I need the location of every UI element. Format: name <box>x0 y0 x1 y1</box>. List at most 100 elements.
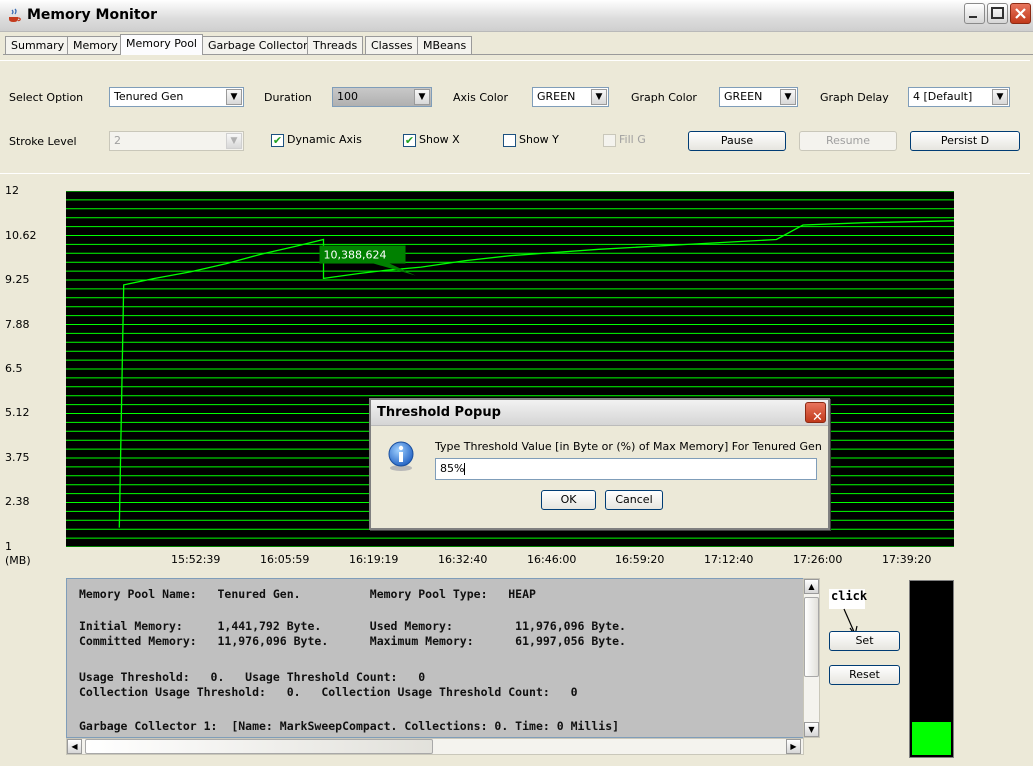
x-axis-caret: ^ <box>287 540 296 551</box>
unchecked-box-icon <box>603 133 616 147</box>
set-threshold-button[interactable]: Set <box>829 631 900 651</box>
scroll-down-icon[interactable]: ▼ <box>804 722 819 737</box>
chevron-down-icon: ▼ <box>226 89 242 105</box>
x-tick-label: 16:19:19 <box>349 553 399 566</box>
threshold-prompt: Type Threshold Value [in Byte or (%) of … <box>435 440 822 453</box>
dynamic-axis-checkbox[interactable]: ✔ Dynamic Axis <box>271 133 362 149</box>
y-tick-label: 10.62 <box>5 229 37 242</box>
select-option-label: Select Option <box>9 91 84 104</box>
axis-color-value: GREEN <box>537 90 576 103</box>
dialog-close-button[interactable]: ✕ <box>805 402 826 425</box>
reset-threshold-button[interactable]: Reset <box>829 665 900 685</box>
select-option-value: Tenured Gen <box>114 90 184 103</box>
tab-memory-pool[interactable]: Memory Pool <box>120 34 203 55</box>
chevron-down-icon: ▼ <box>780 89 796 105</box>
maximize-button[interactable] <box>987 3 1008 24</box>
show-y-label: Show Y <box>519 133 559 146</box>
x-tick-label: 16:59:20 <box>615 553 665 566</box>
checkmark-icon: ✔ <box>403 133 416 147</box>
resume-button[interactable]: Resume <box>799 131 897 151</box>
minimize-button[interactable] <box>964 3 985 24</box>
y-tick-label: 2.38 <box>5 495 30 508</box>
scroll-thumb[interactable] <box>85 739 433 754</box>
chevron-down-icon: ▼ <box>226 133 242 149</box>
graph-color-value: GREEN <box>724 90 763 103</box>
info-icon <box>388 441 414 471</box>
x-axis-caret: ^ <box>907 540 916 551</box>
close-icon <box>1015 8 1026 19</box>
memory-usage-meter-fill <box>912 722 951 755</box>
y-tick-label: 9.25 <box>5 273 30 286</box>
y-tick-label: 1 <box>5 540 12 553</box>
x-tick-label: 17:39:20 <box>882 553 932 566</box>
graph-delay-combo[interactable]: 4 [Default] ▼ <box>908 87 1010 107</box>
tab-classes[interactable]: Classes <box>365 36 419 54</box>
scroll-right-icon[interactable]: ▶ <box>786 739 801 754</box>
tab-garbage-collector[interactable]: Garbage Collector <box>202 36 314 54</box>
y-tick-label: 12 <box>5 184 19 197</box>
threshold-input[interactable]: 85% <box>435 458 817 480</box>
cancel-button[interactable]: Cancel <box>605 490 663 510</box>
graph-delay-label: Graph Delay <box>820 91 889 104</box>
show-y-checkbox[interactable]: Show Y <box>503 133 559 149</box>
x-tick-label: 16:05:59 <box>260 553 310 566</box>
java-coffee-icon <box>9 8 21 22</box>
x-axis-caret: ^ <box>108 540 117 551</box>
y-tick-label: 7.88 <box>5 318 30 331</box>
info-horizontal-scrollbar[interactable]: ◀ ▶ <box>66 738 804 755</box>
x-axis-caret: ^ <box>198 540 207 551</box>
window-title: Memory Monitor <box>27 7 158 23</box>
scroll-up-icon[interactable]: ▲ <box>804 579 819 594</box>
tab-threads[interactable]: Threads <box>307 36 364 54</box>
memory-usage-meter <box>909 580 954 758</box>
select-option-combo[interactable]: Tenured Gen ▼ <box>109 87 244 107</box>
memory-pool-info-panel: Memory Pool Name: Tenured Gen. Memory Po… <box>66 578 804 738</box>
info-vertical-scrollbar[interactable]: ▲ ▼ <box>803 578 820 738</box>
fill-label: Fill G <box>619 133 646 146</box>
tab-mbeans[interactable]: MBeans <box>417 36 473 54</box>
x-axis-caret: ^ <box>465 540 474 551</box>
x-axis-caret: ^ <box>731 540 740 551</box>
stroke-level-value: 2 <box>114 134 121 147</box>
y-tick-label: 3.75 <box>5 451 30 464</box>
info-line: Garbage Collector 1: [Name: MarkSweepCom… <box>79 719 620 733</box>
show-x-checkbox[interactable]: ✔ Show X <box>403 133 460 149</box>
x-axis-caret: ^ <box>642 540 651 551</box>
axis-color-combo[interactable]: GREEN ▼ <box>532 87 609 107</box>
ok-button[interactable]: OK <box>541 490 596 510</box>
stroke-level-label: Stroke Level <box>9 135 77 148</box>
info-line: Committed Memory: 11,976,096 Byte. Maxim… <box>79 634 626 648</box>
tab-summary[interactable]: Summary <box>5 36 71 54</box>
tab-memory[interactable]: Memory <box>67 36 124 54</box>
dialog-title-bar: Threshold Popup ✕ <box>371 400 828 426</box>
y-axis-unit-label: (MB) <box>5 554 31 567</box>
duration-combo[interactable]: 100 ▼ <box>332 87 432 107</box>
stroke-level-combo[interactable]: 2 ▼ <box>109 131 244 151</box>
graph-color-combo[interactable]: GREEN ▼ <box>719 87 798 107</box>
maximize-icon <box>991 7 1004 19</box>
duration-value: 100 <box>337 90 358 103</box>
threshold-input-value: 85% <box>440 462 465 475</box>
pause-button[interactable]: Pause <box>688 131 786 151</box>
divider <box>0 60 1030 61</box>
chart-tooltip-text: 10,388,624 <box>324 249 387 262</box>
info-line: Memory Pool Name: Tenured Gen. Memory Po… <box>79 587 536 601</box>
scroll-thumb[interactable] <box>804 597 819 677</box>
fill-checkbox[interactable]: Fill G <box>603 133 646 149</box>
x-tick-label: 15:52:39 <box>171 553 221 566</box>
show-x-label: Show X <box>419 133 460 146</box>
text-cursor <box>464 463 466 475</box>
x-tick-label: 17:12:40 <box>704 553 754 566</box>
duration-label: Duration <box>264 91 312 104</box>
scroll-left-icon[interactable]: ◀ <box>67 739 82 754</box>
dialog-title: Threshold Popup <box>377 405 501 420</box>
threshold-dialog: Threshold Popup ✕ Type Threshold Value [… <box>369 398 830 530</box>
close-button[interactable] <box>1010 3 1031 24</box>
chevron-down-icon: ▼ <box>591 89 607 105</box>
x-axis-caret: ^ <box>819 540 828 551</box>
persist-button[interactable]: Persist D <box>910 131 1020 151</box>
chevron-down-icon: ▼ <box>414 89 430 105</box>
close-icon: ✕ <box>812 410 823 425</box>
x-tick-label: 16:46:00 <box>527 553 577 566</box>
graph-delay-value: 4 [Default] <box>913 90 973 103</box>
